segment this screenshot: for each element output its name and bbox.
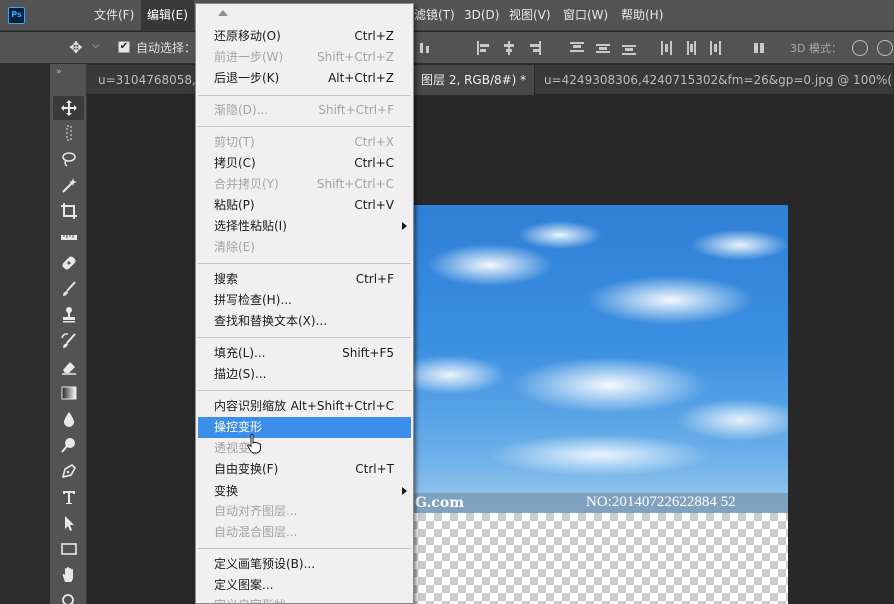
submenu-arrow-icon bbox=[402, 222, 407, 230]
ruler-tool-icon[interactable] bbox=[53, 225, 84, 249]
menu-item-search[interactable]: 搜索 Ctrl+F bbox=[198, 269, 411, 290]
align-right-edges-icon[interactable] bbox=[528, 41, 542, 55]
pen-tool-icon[interactable] bbox=[53, 459, 84, 483]
menu-item-fill[interactable]: 填充(L)... Shift+F5 bbox=[198, 343, 411, 364]
gradient-tool-icon[interactable] bbox=[53, 381, 84, 405]
magic-wand-tool-icon[interactable] bbox=[53, 173, 84, 197]
menu-item-define-pattern[interactable]: 定义图案... bbox=[198, 575, 411, 596]
crop-tool-icon[interactable] bbox=[53, 199, 84, 223]
options-bar: ✥ ⌵ ✔ 自动选择： 3D 模式： bbox=[0, 32, 894, 64]
path-selection-tool-icon[interactable] bbox=[53, 511, 84, 535]
move-tool-icon[interactable] bbox=[53, 96, 84, 120]
tab-label: u=4249308306,4240715302&fm=26&gp=0.jpg @… bbox=[544, 73, 894, 87]
menu-item-copy[interactable]: 拷贝(C) Ctrl+C bbox=[198, 153, 411, 174]
auto-align-layers-icon[interactable] bbox=[752, 41, 766, 55]
menu-separator bbox=[198, 337, 411, 338]
zoom-tool-icon[interactable] bbox=[53, 589, 84, 604]
menu-item-perspective-warp: 透视变 bbox=[214, 441, 251, 455]
auto-select-checkbox[interactable]: ✔ bbox=[118, 41, 130, 53]
menu-item-stroke[interactable]: 描边(S)... bbox=[198, 364, 411, 385]
menu-item-step-backward[interactable]: 后退一步(K) Alt+Ctrl+Z bbox=[198, 68, 411, 89]
type-tool-icon[interactable] bbox=[53, 485, 84, 509]
menu-item-step-forward: 前进一步(W) Shift+Ctrl+Z bbox=[214, 50, 394, 64]
marquee-tool-icon[interactable] bbox=[53, 121, 84, 145]
3d-mode-label: 3D 模式： bbox=[790, 42, 842, 55]
close-icon[interactable]: ✕ bbox=[534, 73, 535, 87]
menu-item-auto-blend-layers: 自动混合图层... bbox=[214, 525, 298, 539]
menu-separator bbox=[198, 548, 411, 549]
menu-item-copy-merged: 合并拷贝(Y) Shift+Ctrl+C bbox=[214, 177, 394, 191]
menu-separator bbox=[198, 126, 411, 127]
hand-tool-icon[interactable] bbox=[53, 563, 84, 587]
move-tool-icon[interactable]: ✥ bbox=[66, 38, 86, 58]
clone-stamp-tool-icon[interactable] bbox=[53, 303, 84, 327]
menu-separator bbox=[198, 95, 411, 96]
dodge-tool-icon[interactable] bbox=[53, 433, 84, 457]
mouse-pointer-icon bbox=[247, 434, 261, 454]
menu-item-fade: 渐隐(D)... Shift+Ctrl+F bbox=[214, 103, 394, 117]
collapse-toolbar-icon[interactable]: » bbox=[56, 67, 62, 77]
tab-label: u=3104768058,2 bbox=[98, 73, 196, 87]
tab-document-1[interactable]: u=3104768058,2 bbox=[90, 65, 196, 95]
distribute-top-icon[interactable] bbox=[570, 41, 584, 55]
brush-tool-icon[interactable] bbox=[53, 277, 84, 301]
menu-item-paste[interactable]: 粘贴(P) Ctrl+V bbox=[198, 195, 411, 216]
menu-view[interactable]: 视图(V) bbox=[503, 0, 557, 31]
align-left-edges-icon[interactable] bbox=[476, 41, 490, 55]
menu-item-undo-move[interactable]: 还原移动(O) Ctrl+Z bbox=[198, 26, 411, 47]
distribute-vertical-centers-icon[interactable] bbox=[596, 41, 610, 55]
3d-orbit-icon[interactable] bbox=[852, 40, 868, 56]
sky-clouds-image[interactable] bbox=[410, 205, 788, 513]
distribute-horizontal-centers-icon[interactable] bbox=[684, 41, 698, 55]
menu-separator bbox=[198, 263, 411, 264]
eraser-tool-icon[interactable] bbox=[53, 355, 84, 379]
menu-item-transform[interactable]: 变换 bbox=[198, 481, 411, 502]
submenu-arrow-icon bbox=[402, 487, 407, 495]
3d-roll-icon[interactable] bbox=[877, 40, 893, 56]
tab-document-2[interactable]: 图层 2, RGB/8#) * ✕ bbox=[413, 65, 535, 95]
menu-item-define-custom-shape: 定义自定形状... bbox=[198, 595, 411, 603]
distribute-right-icon[interactable] bbox=[708, 41, 722, 55]
align-bottom-icon[interactable] bbox=[418, 41, 432, 55]
menu-item-auto-align-layers: 自动对齐图层... bbox=[214, 504, 298, 518]
auto-select-label: 自动选择： bbox=[136, 41, 197, 55]
chevron-down-icon[interactable]: ⌵ bbox=[92, 40, 100, 51]
edit-menu-dropdown: 还原移动(O) Ctrl+Z 前进一步(W) Shift+Ctrl+Z 后退一步(K… bbox=[195, 3, 414, 604]
distribute-left-icon[interactable] bbox=[660, 41, 674, 55]
menu-item-find-replace-text[interactable]: 查找和替换文本(X)... bbox=[198, 311, 411, 332]
menu-item-define-brush-preset[interactable]: 定义画笔预设(B)... bbox=[198, 554, 411, 575]
menu-window[interactable]: 窗口(W) bbox=[557, 0, 614, 31]
watermark-number-text: NO:20140722622884 52 bbox=[586, 494, 736, 510]
left-panel-strip bbox=[0, 64, 50, 604]
transparent-area bbox=[410, 513, 788, 604]
distribute-bottom-icon[interactable] bbox=[622, 41, 636, 55]
menu-item-check-spelling[interactable]: 拼写检查(H)... bbox=[198, 290, 411, 311]
align-horizontal-centers-icon[interactable] bbox=[502, 41, 516, 55]
menu-item-puppet-warp[interactable]: 操控变形 bbox=[198, 417, 411, 438]
history-brush-tool-icon[interactable] bbox=[53, 329, 84, 353]
photoshop-logo-icon: Ps bbox=[8, 7, 25, 24]
document-tabs: u=3104768058,2 图层 2, RGB/8#) * ✕ u=424930… bbox=[0, 65, 894, 95]
menu-item-clear: 清除(E) bbox=[214, 240, 255, 254]
menu-scroll-up-icon[interactable] bbox=[196, 4, 413, 24]
tab-label: 图层 2, RGB/8#) * bbox=[421, 73, 527, 87]
menu-item-paste-special[interactable]: 选择性粘贴(I) bbox=[198, 216, 411, 237]
tab-document-3[interactable]: u=4249308306,4240715302&fm=26&gp=0.jpg @… bbox=[536, 65, 894, 95]
blur-tool-icon[interactable] bbox=[53, 407, 84, 431]
menu-bar: Ps 文件(F) 编辑(E) 滤镜(T) 3D(D) 视图(V) 窗口(W) 帮… bbox=[0, 0, 894, 31]
rectangle-tool-icon[interactable] bbox=[53, 537, 84, 561]
menu-item-cut: 剪切(T) Ctrl+X bbox=[214, 135, 394, 149]
menu-3d[interactable]: 3D(D) bbox=[458, 0, 505, 31]
menu-item-free-transform[interactable]: 自由变换(F) Ctrl+T bbox=[198, 459, 411, 480]
menu-edit[interactable]: 编辑(E) bbox=[141, 0, 194, 31]
menu-item-content-aware-scale[interactable]: 内容识别缩放 Alt+Shift+Ctrl+C bbox=[198, 396, 411, 417]
lasso-tool-icon[interactable] bbox=[53, 147, 84, 171]
healing-brush-tool-icon[interactable] bbox=[53, 251, 84, 275]
menu-separator bbox=[198, 390, 411, 391]
menu-file[interactable]: 文件(F) bbox=[88, 0, 140, 31]
watermark-site-text: G.com bbox=[415, 495, 465, 511]
menu-filter[interactable]: 滤镜(T) bbox=[408, 0, 461, 31]
menu-help[interactable]: 帮助(H) bbox=[615, 0, 669, 31]
